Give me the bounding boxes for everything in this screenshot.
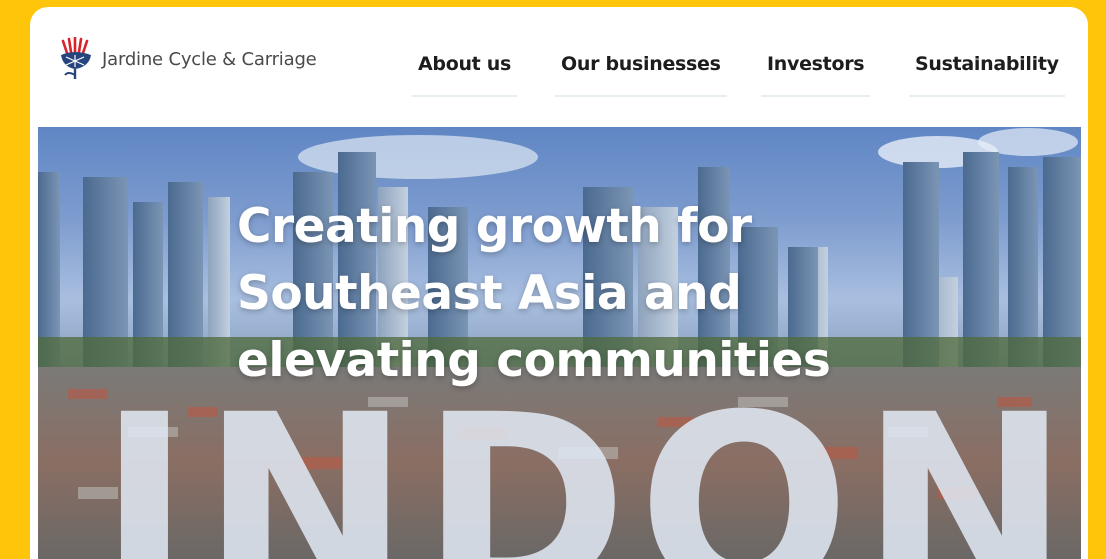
nav-our-businesses[interactable]: Our businesses xyxy=(555,53,727,97)
headline-line-2: Southeast Asia and xyxy=(237,266,742,321)
page-card: Jardine Cycle & Carriage About us Our bu… xyxy=(30,7,1088,559)
nav-investors[interactable]: Investors xyxy=(760,53,871,97)
nav-sustainability[interactable]: Sustainability xyxy=(909,53,1065,97)
hero-headline: Creating growth for Southeast Asia and e… xyxy=(237,193,887,394)
hero-overlay-word: INDONE xyxy=(98,382,1081,559)
hero-banner: Creating growth for Southeast Asia and e… xyxy=(38,127,1081,559)
main-navigation: About us Our businesses Investors Sustai… xyxy=(30,53,1088,97)
site-header: Jardine Cycle & Carriage About us Our bu… xyxy=(30,7,1088,127)
nav-about-us[interactable]: About us xyxy=(411,53,518,97)
headline-line-1: Creating growth for xyxy=(237,199,752,254)
